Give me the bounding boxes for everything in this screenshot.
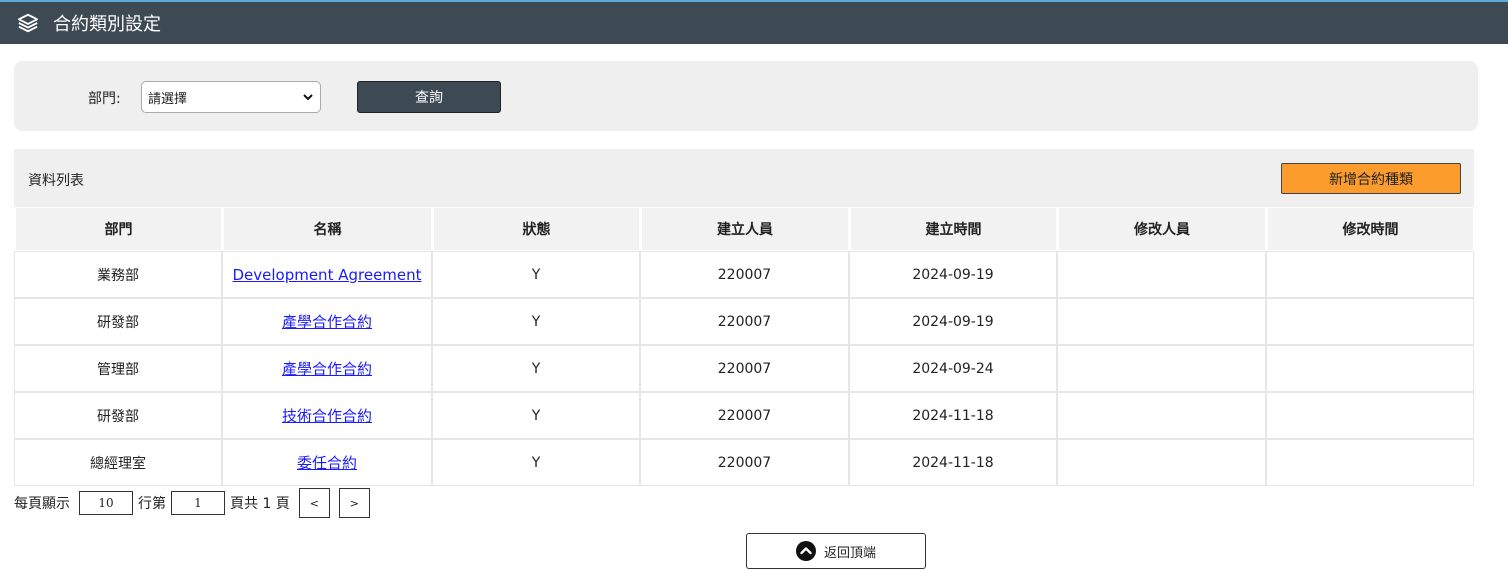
cell-modified (1266, 439, 1474, 486)
cell-modified (1266, 345, 1474, 392)
cell-status: Y (432, 251, 640, 298)
cell-status: Y (432, 345, 640, 392)
cell-creator: 220007 (640, 251, 849, 298)
contract-type-link[interactable]: 委任合約 (297, 454, 357, 472)
cell-created: 2024-09-19 (849, 251, 1057, 298)
cell-dept: 研發部 (14, 392, 222, 439)
rows-label: 行第 (138, 496, 166, 512)
cell-created: 2024-09-24 (849, 345, 1057, 392)
per-page-label: 每頁顯示 (14, 496, 70, 512)
cell-name: 產學合作合約 (222, 298, 432, 345)
page-number-input[interactable]: 1 (171, 491, 225, 515)
column-header-modified[interactable]: 修改時間 (1266, 207, 1474, 251)
cell-creator: 220007 (640, 298, 849, 345)
next-page-button[interactable]: > (338, 488, 370, 518)
contract-type-link[interactable]: 產學合作合約 (282, 360, 372, 378)
page-title: 合約類別設定 (53, 14, 161, 35)
cell-modifier (1057, 439, 1266, 486)
cell-created: 2024-11-18 (849, 392, 1057, 439)
contract-type-table: 部門 名稱 狀態 建立人員 建立時間 修改人員 修改時間 業務部 Develop… (14, 207, 1474, 486)
cell-status: Y (432, 392, 640, 439)
back-to-top-label: 返回頂端 (823, 545, 876, 561)
cell-modifier (1057, 298, 1266, 345)
chevron-up-circle-icon (795, 541, 816, 561)
contract-type-link[interactable]: 產學合作合約 (282, 313, 372, 331)
cell-dept: 業務部 (14, 251, 222, 298)
back-to-top-button[interactable]: 返回頂端 (746, 533, 926, 569)
column-header-creator[interactable]: 建立人員 (640, 207, 849, 251)
cell-modifier (1057, 345, 1266, 392)
column-header-status[interactable]: 狀態 (432, 207, 640, 251)
column-header-created[interactable]: 建立時間 (849, 207, 1057, 251)
chevron-down-icon (303, 94, 313, 101)
query-button[interactable]: 查詢 (357, 81, 501, 113)
table-row: 業務部 Development Agreement Y 220007 2024-… (14, 251, 1474, 298)
list-header: 資料列表 新增合約種類 (14, 149, 1474, 207)
cell-created: 2024-11-18 (849, 439, 1057, 486)
cell-creator: 220007 (640, 439, 849, 486)
cell-modified (1266, 251, 1474, 298)
dept-select-value: 請選擇 (148, 91, 188, 107)
page-total-text: 頁共 1 頁 (230, 496, 290, 512)
cell-created: 2024-09-19 (849, 298, 1057, 345)
list-title: 資料列表 (28, 173, 84, 189)
cell-name: 委任合約 (222, 439, 432, 486)
cell-modified (1266, 298, 1474, 345)
cell-modifier (1057, 392, 1266, 439)
table-row: 研發部 技術合作合約 Y 220007 2024-11-18 (14, 392, 1474, 439)
cell-name: 技術合作合約 (222, 392, 432, 439)
cell-dept: 總經理室 (14, 439, 222, 486)
add-contract-type-button[interactable]: 新增合約種類 (1281, 163, 1461, 194)
cell-creator: 220007 (640, 392, 849, 439)
table-row: 總經理室 委任合約 Y 220007 2024-11-18 (14, 439, 1474, 486)
table-header-row: 部門 名稱 狀態 建立人員 建立時間 修改人員 修改時間 (14, 207, 1474, 251)
cell-name: 產學合作合約 (222, 345, 432, 392)
column-header-name[interactable]: 名稱 (222, 207, 432, 251)
table-row: 管理部 產學合作合約 Y 220007 2024-09-24 (14, 345, 1474, 392)
cell-modifier (1057, 251, 1266, 298)
cell-dept: 管理部 (14, 345, 222, 392)
layers-icon (17, 13, 39, 33)
per-page-input[interactable]: 10 (79, 491, 133, 515)
cell-creator: 220007 (640, 345, 849, 392)
dept-select[interactable]: 請選擇 (141, 81, 321, 113)
filter-panel: 部門: 請選擇 查詢 (14, 61, 1478, 131)
column-header-dept[interactable]: 部門 (14, 207, 222, 251)
contract-type-link[interactable]: Development Agreement (232, 266, 421, 284)
contract-type-link[interactable]: 技術合作合約 (282, 407, 372, 425)
top-bar: 合約類別設定 (0, 0, 1508, 44)
cell-dept: 研發部 (14, 298, 222, 345)
prev-page-button[interactable]: < (298, 488, 330, 518)
pagination: 每頁顯示 10 行第 1 頁共 1 頁 < > (14, 488, 370, 518)
cell-modified (1266, 392, 1474, 439)
table-row: 研發部 產學合作合約 Y 220007 2024-09-19 (14, 298, 1474, 345)
dept-filter-label: 部門: (88, 91, 121, 107)
column-header-modifier[interactable]: 修改人員 (1057, 207, 1266, 251)
cell-status: Y (432, 439, 640, 486)
cell-name: Development Agreement (222, 251, 432, 298)
cell-status: Y (432, 298, 640, 345)
